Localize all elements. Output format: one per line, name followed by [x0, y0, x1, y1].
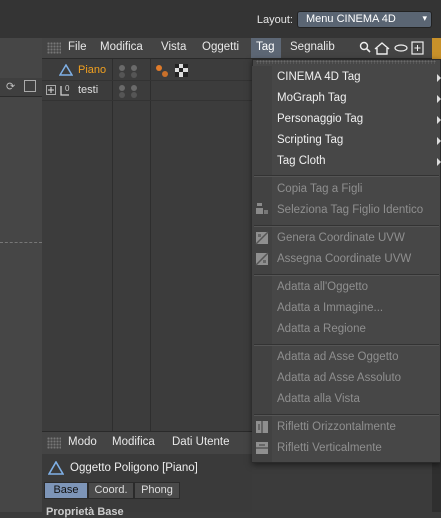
menu-file[interactable]: File: [68, 41, 87, 53]
attribute-manager-menubar: Modo Modifica Dati Utente: [42, 431, 252, 455]
menu-tag[interactable]: Tag: [251, 38, 281, 58]
editor-visibility-dot-bottom: [119, 92, 125, 98]
object-row-testi[interactable]: 0 testi: [42, 81, 252, 101]
layout-dropdown-value: Menu CINEMA 4D: [306, 13, 396, 25]
editor-visibility-dot[interactable]: [119, 85, 125, 91]
polygon-object-icon: [59, 64, 73, 76]
menu-item-scripting-tag[interactable]: Scripting Tag: [277, 134, 343, 146]
column-divider: [150, 59, 151, 431]
menu-user-data[interactable]: Dati Utente: [172, 436, 230, 448]
menu-tag-label: Tag: [256, 41, 275, 53]
eye-icon: [394, 44, 408, 52]
submenu-arrow-icon: [437, 95, 441, 103]
menu-view[interactable]: Vista: [161, 41, 186, 53]
submenu-arrow-icon: [437, 137, 441, 145]
object-name: testi: [78, 84, 99, 96]
menubar-toolbar-icons: [359, 41, 424, 55]
column-divider: [112, 59, 113, 431]
menu-separator: [254, 344, 439, 346]
new-window-icon: [411, 41, 424, 55]
submenu-arrow-icon: [437, 116, 441, 124]
uvw-tag-icon[interactable]: [155, 64, 169, 78]
viewport-grid-line: [0, 242, 42, 243]
dropdown-tearoff-handle[interactable]: [256, 60, 436, 64]
object-list[interactable]: [42, 59, 252, 431]
expand-icon[interactable]: [46, 85, 58, 97]
panel-grip-icon[interactable]: [47, 437, 61, 449]
editor-visibility-dot-bottom: [119, 72, 125, 78]
chevron-down-icon: ▾: [422, 13, 427, 23]
menu-attr-edit[interactable]: Modifica: [112, 436, 155, 448]
camera-cycle-icon[interactable]: ⟳: [6, 80, 15, 93]
maximize-icon[interactable]: [24, 80, 36, 92]
render-visibility-dot-bottom: [131, 92, 137, 98]
mirror-horizontal-icon: [256, 421, 268, 433]
render-visibility-dot[interactable]: [131, 65, 137, 71]
uvw-assign-icon: [255, 252, 269, 266]
submenu-arrow-icon: [437, 74, 441, 82]
menu-separator: [254, 225, 439, 227]
svg-text:0: 0: [65, 84, 70, 93]
material-tag-icon[interactable]: [175, 64, 188, 77]
viewport-header: ⟳: [0, 78, 42, 97]
menu-item-assign-uvw[interactable]: Assegna Coordinate UVW: [277, 253, 411, 265]
menu-item-cloth-tag[interactable]: Tag Cloth: [277, 155, 326, 167]
search-icon: [359, 41, 371, 53]
null-object-icon: 0: [60, 84, 70, 96]
tab-base[interactable]: Base: [44, 482, 88, 499]
menu-item-character-tag[interactable]: Personaggio Tag: [277, 113, 363, 125]
menu-item-copy-tag-to-children[interactable]: Copia Tag a Figli: [277, 183, 362, 195]
panel-grip-icon[interactable]: [47, 42, 61, 54]
menu-item-fit-to-object[interactable]: Adatta all'Oggetto: [277, 281, 368, 293]
menu-item-fit-to-world-axis[interactable]: Adatta ad Asse Assoluto: [277, 372, 401, 384]
submenu-arrow-icon: [437, 158, 441, 166]
side-strip: [432, 460, 441, 512]
menu-item-fit-to-image[interactable]: Adatta a Immagine...: [277, 302, 383, 314]
menu-item-fit-to-region[interactable]: Adatta a Regione: [277, 323, 366, 335]
menu-item-fit-to-object-axis[interactable]: Adatta ad Asse Oggetto: [277, 351, 398, 363]
home-icon: [374, 42, 390, 55]
object-name: Piano: [78, 64, 107, 76]
menu-item-mograph-tag[interactable]: MoGraph Tag: [277, 92, 346, 104]
render-visibility-dot[interactable]: [131, 85, 137, 91]
object-row-piano[interactable]: Piano: [42, 61, 252, 81]
viewport[interactable]: [0, 38, 43, 512]
editor-visibility-dot[interactable]: [119, 65, 125, 71]
object-manager-menubar: File Modifica Vista Oggetti Segnalib: [42, 38, 441, 59]
menu-item-generate-uvw[interactable]: Genera Coordinate UVW: [277, 232, 405, 244]
menu-item-mirror-horizontal[interactable]: Rifletti Orizzontalmente: [277, 421, 396, 433]
mirror-vertical-icon: [256, 442, 268, 454]
menu-mode[interactable]: Modo: [68, 436, 97, 448]
menu-separator: [254, 274, 439, 276]
layout-label: Layout:: [256, 14, 293, 26]
select-child-tags-icon: [256, 203, 268, 214]
menu-separator: [254, 414, 439, 416]
polygon-object-icon: [48, 461, 64, 475]
layout-dropdown[interactable]: Menu CINEMA 4D ▾: [297, 11, 432, 28]
uvw-generate-icon: [255, 231, 269, 245]
menu-item-mirror-vertical[interactable]: Rifletti Verticalmente: [277, 442, 382, 454]
section-header: Proprietà Base: [46, 506, 124, 518]
menu-objects[interactable]: Oggetti: [202, 41, 239, 53]
menu-item-select-identical-child-tag[interactable]: Seleziona Tag Figlio Identico: [277, 204, 423, 216]
panel-edge-tab[interactable]: [432, 38, 441, 60]
menu-item-fit-to-view[interactable]: Adatta alla Vista: [277, 393, 360, 405]
menu-edit[interactable]: Modifica: [100, 41, 143, 53]
menu-bookmarks[interactable]: Segnalib: [290, 41, 335, 53]
menu-item-cinema4d-tag[interactable]: CINEMA 4D Tag: [277, 71, 361, 83]
attribute-title: Oggetto Poligono [Piano]: [70, 462, 198, 474]
tab-coord[interactable]: Coord.: [88, 482, 134, 499]
render-visibility-dot-bottom: [131, 72, 137, 78]
menu-separator: [254, 175, 439, 177]
tab-phong[interactable]: Phong: [134, 482, 180, 499]
